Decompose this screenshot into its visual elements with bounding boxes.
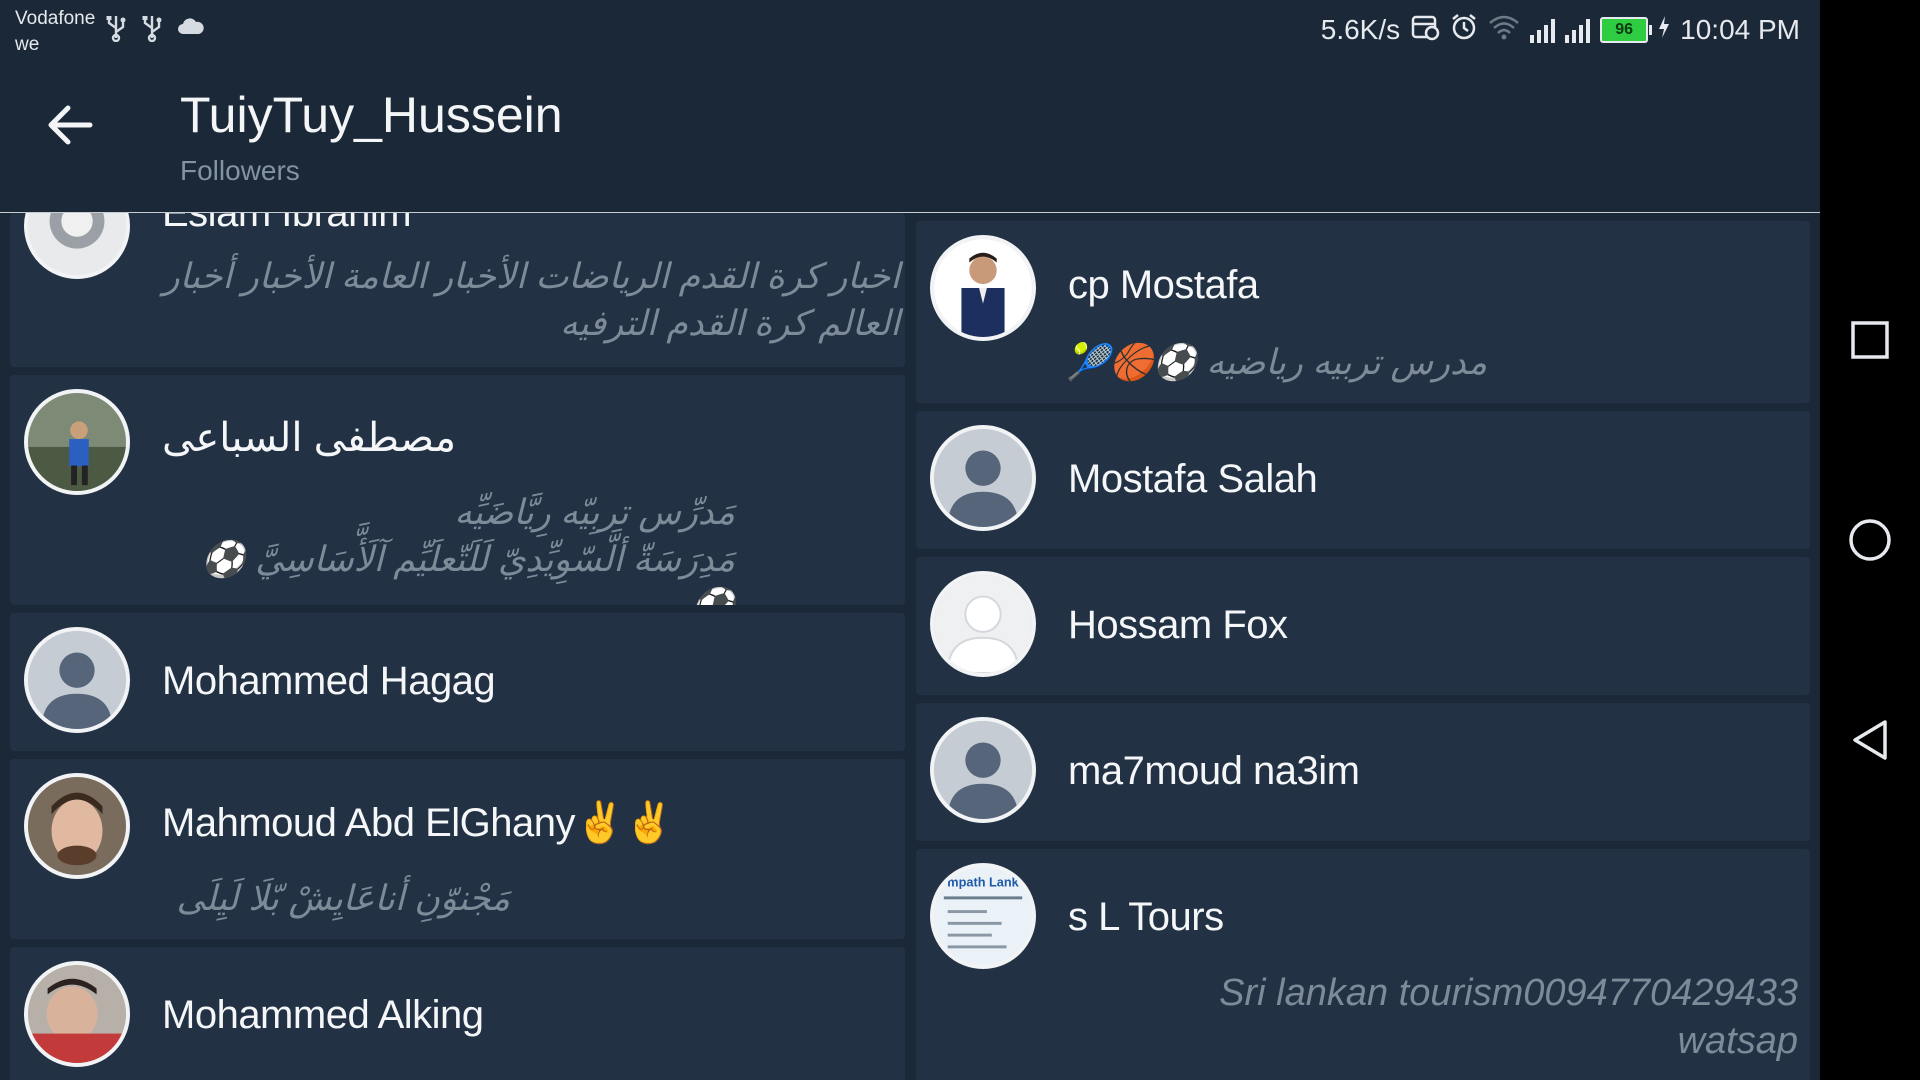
carrier-name: Vodafone [15, 8, 96, 29]
follower-card[interactable]: Mohammed Alking [10, 947, 905, 1080]
status-bar: Vodafone we 5.6K/s 96 10:04 PM [0, 0, 1820, 64]
notification-icons [105, 14, 205, 49]
charging-icon [1658, 14, 1670, 46]
clock: 10:04 PM [1680, 14, 1800, 45]
follower-bio-line: Sri lankan tourism0094770429433 [1219, 972, 1798, 1014]
follower-card[interactable]: cp Mostafa مدرس تربيه رياضيه ⚽🏀🎾 [916, 221, 1810, 403]
status-right: 5.6K/s 96 10:04 PM [1321, 12, 1800, 48]
avatar [24, 961, 130, 1067]
follower-name: ma7moud na3im [1068, 749, 1360, 793]
alarm-icon [1450, 13, 1478, 48]
follower-name: Mohammed Alking [162, 993, 484, 1037]
follower-name: Eslam Ibrahim [162, 213, 412, 235]
follower-bio-line: watsap [1677, 1020, 1798, 1062]
avatar [24, 389, 130, 495]
follower-card[interactable]: Mahmoud Abd ElGhany✌✌ مَجْنوّنِ أناعَايِ… [10, 759, 905, 939]
recents-square-icon [1851, 321, 1889, 359]
signal-icon [1530, 17, 1556, 43]
avatar-logo-text: mpath Lank [947, 875, 1019, 890]
follower-card[interactable]: mpath Lank s L Tours Sri lankan tourism0… [916, 849, 1810, 1080]
follower-name: مصطفى السباعى [162, 416, 457, 460]
follower-bio: اخبار كرة القدم الرياضات الأخبار العامة … [162, 257, 900, 343]
home-button[interactable] [1845, 515, 1895, 565]
nav-back-button[interactable] [1845, 715, 1895, 765]
carrier-secondary: we [15, 34, 40, 55]
avatar [24, 213, 130, 279]
home-circle-icon [1849, 519, 1891, 561]
follower-name: Mostafa Salah [1068, 457, 1318, 501]
cloud-icon [177, 14, 205, 49]
follower-bio: مَدرِّس تربِيّه رِيَّاضَيِّه مَدِرَسَةّ … [160, 489, 735, 605]
avatar [24, 773, 130, 879]
battery-level: 96 [1615, 21, 1634, 38]
back-triangle-icon [1853, 720, 1887, 760]
app-screen: Vodafone we 5.6K/s 96 10:04 PM TuiyTuy_H… [0, 0, 1820, 1080]
usb-icon [105, 14, 127, 49]
follower-card[interactable]: Mohammed Hagag [10, 613, 905, 751]
wifi-icon [1488, 14, 1520, 47]
follower-card[interactable]: Mostafa Salah [916, 411, 1810, 549]
data-saver-icon [1410, 13, 1440, 48]
signal-icon [1565, 17, 1591, 43]
follower-card[interactable]: Hossam Fox [916, 557, 1810, 695]
avatar [930, 571, 1036, 677]
follower-bio-line: مَدرِّس تربِيّه رِيَّاضَيِّه [454, 493, 735, 532]
follower-name: s L Tours [1068, 895, 1224, 939]
recents-button[interactable] [1845, 315, 1895, 365]
follower-card[interactable]: مصطفى السباعى مَدرِّس تربِيّه رِيَّاضَيِ… [10, 375, 905, 605]
follower-name: Mahmoud Abd ElGhany✌✌ [162, 801, 674, 845]
avatar [930, 425, 1036, 531]
follower-name: Mohammed Hagag [162, 659, 496, 703]
page-subtitle: Followers [180, 155, 300, 186]
follower-name: cp Mostafa [1068, 263, 1259, 307]
net-speed: 5.6K/s [1320, 14, 1401, 45]
follower-card[interactable]: Eslam Ibrahim اخبار كرة القدم الرياضات ا… [10, 213, 905, 367]
follower-bio-line: مَدِرَسَةّ ألَّسّوِيِّدِيّ لَلَتّعلَيِّم… [201, 540, 735, 605]
battery-icon: 96 [1600, 17, 1653, 43]
usb-icon [141, 14, 163, 49]
arrow-left-icon [48, 105, 93, 145]
app-bar: TuiyTuy_Hussein Followers [0, 64, 1820, 213]
back-button[interactable] [40, 94, 102, 156]
avatar [24, 627, 130, 733]
follower-bio: Sri lankan tourism0094770429433 watsap [1066, 969, 1798, 1065]
follower-card[interactable]: ma7moud na3im [916, 703, 1810, 841]
page-title: TuiyTuy_Hussein [180, 87, 563, 143]
follower-bio: مَجْنوّنِ أناعَايِشْ بّلَا لَيِلَى [176, 879, 510, 918]
system-nav-bar [1820, 0, 1920, 1080]
follower-name: Hossam Fox [1068, 603, 1288, 647]
avatar [930, 235, 1036, 341]
follower-bio: مدرس تربيه رياضيه ⚽🏀🎾 [1066, 343, 1488, 382]
avatar: mpath Lank [930, 863, 1036, 969]
avatar [930, 717, 1036, 823]
carrier-info: Vodafone we [15, 6, 95, 58]
